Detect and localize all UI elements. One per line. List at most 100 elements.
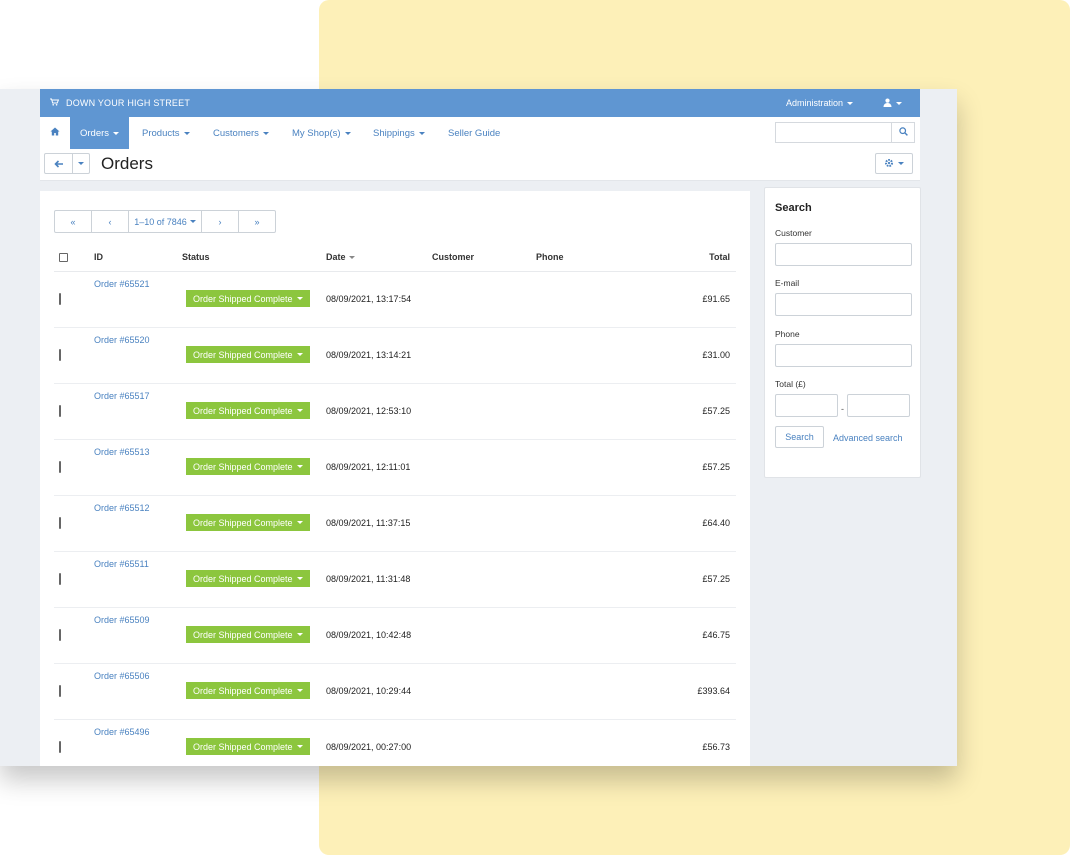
table-row: Order #65509 Order Shipped Complete 08/09/… — [54, 607, 736, 664]
double-chevron-left-icon: « — [70, 216, 76, 227]
order-link[interactable]: Order #65496 — [94, 727, 150, 737]
administration-menu[interactable]: Administration — [786, 89, 854, 117]
status-dropdown[interactable]: Order Shipped Complete — [186, 738, 310, 755]
search-input[interactable] — [776, 123, 892, 142]
chevron-left-icon: ‹ — [108, 216, 112, 227]
pagination: « ‹ 1–10 of 7846 › » — [54, 210, 276, 233]
status-dropdown[interactable]: Order Shipped Complete — [186, 402, 310, 419]
chevron-down-icon — [418, 131, 425, 135]
settings-button[interactable] — [875, 153, 913, 174]
row-checkbox[interactable] — [59, 629, 61, 641]
search-panel: Search Customer E-mail Phone Total (£) -… — [764, 187, 921, 478]
total-min-field[interactable] — [775, 394, 838, 417]
user-icon — [883, 98, 892, 109]
total-max-field[interactable] — [847, 394, 910, 417]
page-range-dropdown[interactable]: 1–10 of 7846 — [129, 211, 202, 232]
main-nav: Orders Products Customers My Shop(s) Shi… — [40, 117, 920, 151]
column-phone[interactable]: Phone — [536, 243, 564, 271]
row-checkbox[interactable] — [59, 741, 61, 753]
column-status[interactable]: Status — [182, 243, 210, 271]
phone-label: Phone — [775, 329, 800, 339]
home-icon — [50, 127, 60, 139]
brand[interactable]: DOWN YOUR HIGH STREET — [50, 89, 190, 117]
column-date[interactable]: Date — [326, 243, 355, 271]
nav-item-my-shops[interactable]: My Shop(s) — [292, 117, 351, 149]
order-total: £56.73 — [702, 742, 730, 752]
order-link[interactable]: Order #65512 — [94, 503, 150, 513]
title-bar: Orders — [40, 150, 920, 181]
row-checkbox[interactable] — [59, 349, 61, 361]
order-link[interactable]: Order #65521 — [94, 279, 150, 289]
home-button[interactable] — [40, 117, 70, 149]
row-checkbox[interactable] — [59, 685, 61, 697]
advanced-search-link[interactable]: Advanced search — [833, 433, 903, 443]
column-customer[interactable]: Customer — [432, 243, 474, 271]
last-page-button[interactable]: » — [239, 211, 275, 232]
chevron-down-icon — [262, 131, 269, 135]
row-checkbox[interactable] — [59, 293, 61, 305]
table-row: Order #65496 Order Shipped Complete 08/09/… — [54, 719, 736, 766]
nav-item-label: My Shop(s) — [292, 127, 341, 139]
status-dropdown[interactable]: Order Shipped Complete — [186, 290, 310, 307]
order-total: £91.65 — [702, 294, 730, 304]
row-checkbox[interactable] — [59, 461, 61, 473]
select-all-checkbox[interactable] — [59, 252, 68, 262]
administration-label: Administration — [786, 98, 844, 108]
nav-item-products[interactable]: Products — [142, 117, 190, 149]
order-date: 08/09/2021, 00:27:00 — [326, 742, 412, 752]
table-row: Order #65506 Order Shipped Complete 08/09/… — [54, 663, 736, 720]
next-page-button[interactable]: › — [202, 211, 239, 232]
chevron-down-icon — [896, 101, 902, 105]
status-label: Order Shipped Complete — [193, 685, 293, 696]
range-separator: - — [841, 404, 844, 414]
order-link[interactable]: Order #65506 — [94, 671, 150, 681]
chevron-down-icon — [296, 409, 303, 412]
column-total[interactable]: Total — [709, 243, 730, 271]
search-submit-button[interactable]: Search — [775, 426, 824, 448]
status-dropdown[interactable]: Order Shipped Complete — [186, 570, 310, 587]
email-field[interactable] — [775, 293, 912, 316]
chevron-down-icon — [78, 162, 84, 165]
order-link[interactable]: Order #65517 — [94, 391, 150, 401]
status-label: Order Shipped Complete — [193, 517, 293, 528]
nav-item-label: Orders — [80, 127, 110, 139]
search-button[interactable] — [891, 123, 914, 142]
back-button[interactable] — [45, 154, 73, 173]
row-checkbox[interactable] — [59, 573, 61, 585]
first-page-button[interactable]: « — [55, 211, 92, 232]
cart-icon — [50, 98, 60, 108]
nav-item-customers[interactable]: Customers — [213, 117, 269, 149]
nav-item-shippings[interactable]: Shippings — [373, 117, 425, 149]
chevron-down-icon — [296, 297, 303, 300]
chevron-down-icon — [847, 101, 854, 105]
order-link[interactable]: Order #65520 — [94, 335, 150, 345]
status-dropdown[interactable]: Order Shipped Complete — [186, 514, 310, 531]
status-dropdown[interactable]: Order Shipped Complete — [186, 682, 310, 699]
arrow-left-icon — [53, 155, 64, 173]
phone-field[interactable] — [775, 344, 912, 367]
chevron-down-icon — [898, 162, 904, 165]
nav-item-label: Shippings — [373, 127, 415, 139]
row-checkbox[interactable] — [59, 405, 61, 417]
prev-page-button[interactable]: ‹ — [92, 211, 129, 232]
user-menu[interactable] — [883, 89, 902, 117]
order-date: 08/09/2021, 10:29:44 — [326, 686, 412, 696]
row-checkbox[interactable] — [59, 517, 61, 529]
order-link[interactable]: Order #65509 — [94, 615, 150, 625]
order-link[interactable]: Order #65513 — [94, 447, 150, 457]
order-date: 08/09/2021, 11:31:48 — [326, 574, 411, 584]
column-id[interactable]: ID — [94, 243, 103, 271]
status-label: Order Shipped Complete — [193, 741, 293, 752]
status-dropdown[interactable]: Order Shipped Complete — [186, 626, 310, 643]
table-row: Order #65512 Order Shipped Complete 08/09/… — [54, 495, 736, 552]
status-dropdown[interactable]: Order Shipped Complete — [186, 346, 310, 363]
order-link[interactable]: Order #65511 — [94, 559, 149, 569]
chevron-down-icon — [113, 131, 120, 135]
nav-item-orders[interactable]: Orders — [70, 117, 130, 149]
customer-field[interactable] — [775, 243, 912, 266]
status-label: Order Shipped Complete — [193, 629, 293, 640]
back-dropdown-button[interactable] — [73, 154, 89, 173]
status-dropdown[interactable]: Order Shipped Complete — [186, 458, 310, 475]
nav-item-seller-guide[interactable]: Seller Guide — [448, 117, 500, 149]
total-label: Total (£) — [775, 379, 806, 389]
